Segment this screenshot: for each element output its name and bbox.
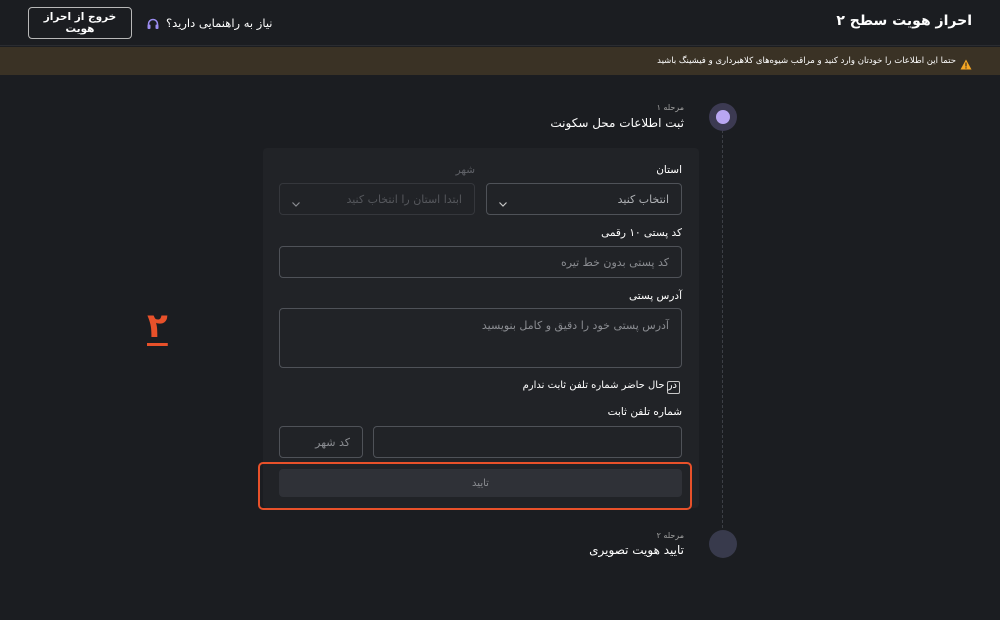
city-select[interactable]: ابتدا استان را انتخاب کنید (279, 183, 475, 215)
address-label: آدرس پستی (628, 290, 682, 302)
step-1-indicator (709, 103, 737, 131)
landline-number-input[interactable] (373, 426, 682, 458)
postal-code-input[interactable]: کد پستی بدون خط تیره (279, 246, 682, 278)
step-2-label: مرحله ۲ (656, 531, 684, 540)
warning-text: حتما این اطلاعات را خودتان وارد کنید و م… (657, 55, 956, 66)
postal-code-label: کد پستی ۱۰ رقمی (601, 227, 682, 239)
warning-triangle-icon (960, 55, 972, 70)
postal-code-placeholder: کد پستی بدون خط تیره (560, 255, 669, 269)
chevron-down-icon (499, 197, 507, 207)
area-code-input[interactable]: کد شهر (279, 426, 363, 458)
city-label: شهر (455, 164, 475, 176)
step-2-indicator (709, 530, 737, 558)
step-1-label: مرحله ۱ (656, 103, 684, 112)
exit-verification-button[interactable]: خروج از احراز هویت (28, 7, 132, 39)
address-placeholder: آدرس پستی خود را دقیق و کامل بنویسید (481, 319, 669, 332)
no-landline-label: در حال حاضر شماره تلفن ثابت ندارم (522, 380, 677, 391)
top-header: احراز هویت سطح ۲ خروج از احراز هویت نیاز… (0, 0, 1000, 46)
headset-icon (146, 16, 160, 30)
province-select-value: انتخاب کنید (617, 192, 669, 206)
city-select-value: ابتدا استان را انتخاب کنید (346, 192, 462, 206)
province-label: استان (656, 164, 682, 176)
timeline-line (722, 130, 723, 528)
help-label: نیاز به راهنمایی دارید؟ (166, 16, 273, 30)
help-link[interactable]: نیاز به راهنمایی دارید؟ (146, 14, 273, 32)
province-select[interactable]: انتخاب کنید (486, 183, 682, 215)
area-code-placeholder: کد شهر (315, 435, 350, 449)
step-1-title: ثبت اطلاعات محل سکونت (550, 116, 684, 130)
address-textarea[interactable]: آدرس پستی خود را دقیق و کامل بنویسید (279, 308, 682, 368)
landline-label: شماره تلفن ثابت (607, 406, 682, 418)
warning-banner: حتما این اطلاعات را خودتان وارد کنید و م… (0, 47, 1000, 75)
annotation-number: ۲ (147, 306, 168, 346)
step-2-title: تایید هویت تصویری (589, 543, 684, 557)
chevron-down-icon (292, 197, 300, 207)
page-title: احراز هویت سطح ۲ (836, 13, 972, 29)
highlight-box (258, 462, 692, 510)
